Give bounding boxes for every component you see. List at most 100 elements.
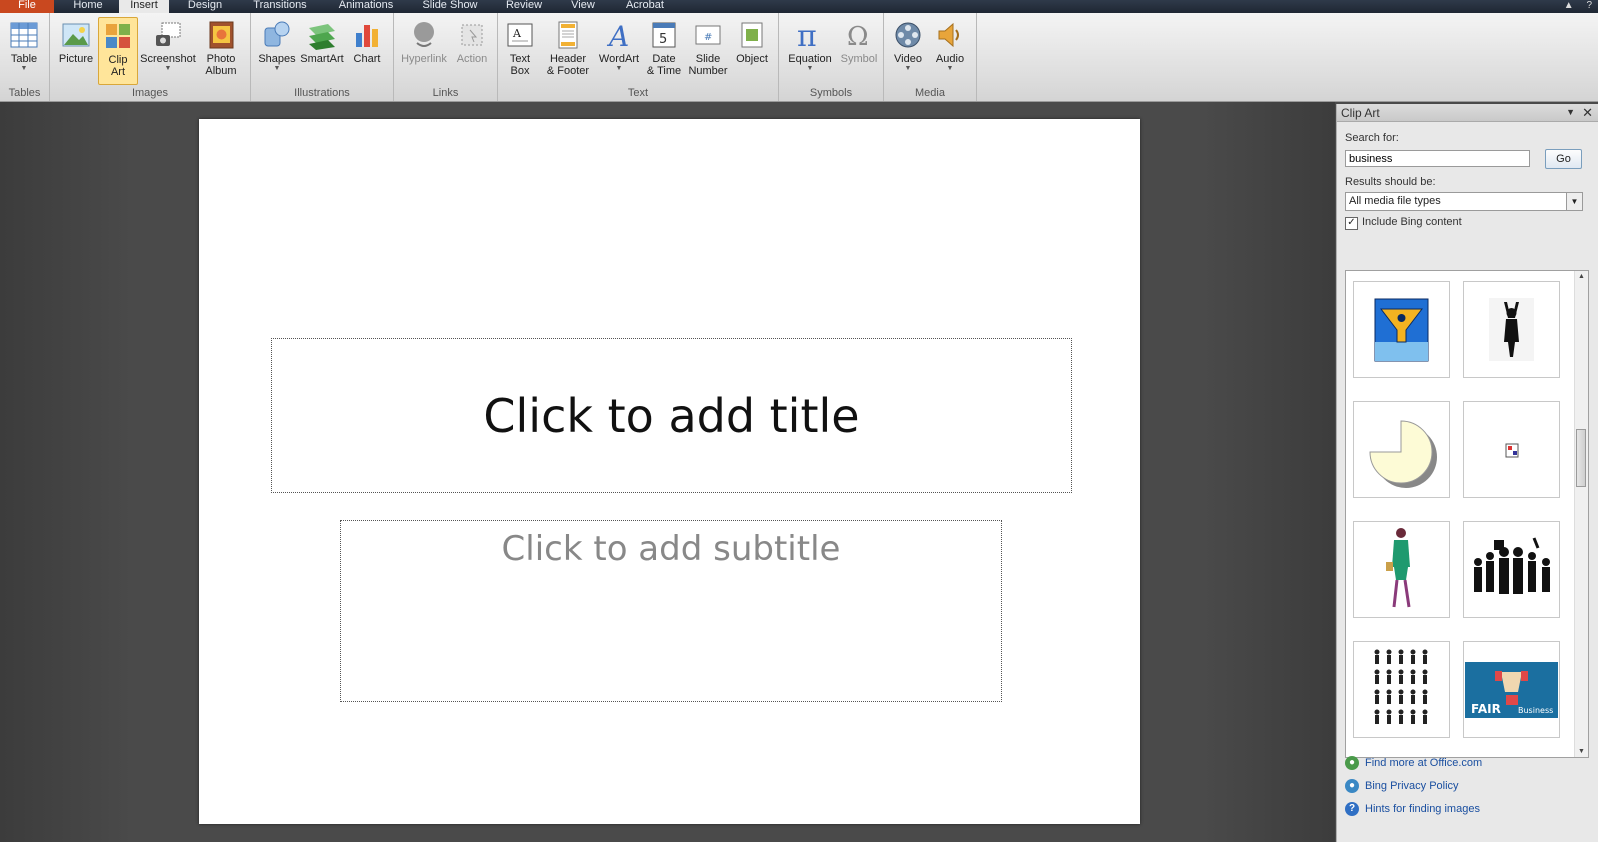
object-button[interactable]: Object	[732, 17, 772, 83]
hyperlink-button[interactable]: Hyperlink	[398, 17, 450, 83]
clip-art-results: FAIR Business ▲ ▼	[1345, 270, 1589, 758]
hyperlink-globe-icon	[414, 22, 434, 47]
text-box-button[interactable]: A Text Box	[502, 17, 538, 83]
title-placeholder[interactable]: Click to add title	[271, 338, 1072, 493]
clip-art-result[interactable]	[1353, 401, 1450, 498]
results-type-select[interactable]: All media file types ▼	[1345, 192, 1583, 211]
funnel-info-clipart-icon	[1374, 298, 1429, 362]
results-scrollbar[interactable]: ▲ ▼	[1574, 271, 1588, 757]
group-illustrations: Shapes ▼ SmartArt Chart Illustrations	[251, 13, 394, 101]
clip-art-result[interactable]	[1463, 281, 1560, 378]
clip-art-result[interactable]	[1463, 401, 1560, 498]
tab-file[interactable]: File	[0, 0, 54, 13]
tab-transitions[interactable]: Transitions	[244, 0, 316, 13]
clip-art-result[interactable]	[1463, 521, 1560, 618]
scroll-down-icon[interactable]: ▼	[1578, 748, 1585, 755]
group-label-symbols: Symbols	[809, 87, 853, 99]
svg-text:A: A	[512, 27, 522, 40]
search-input[interactable]	[1345, 150, 1530, 167]
chart-button[interactable]: Chart	[347, 17, 387, 83]
bing-privacy-label: Bing Privacy Policy	[1365, 779, 1459, 792]
pane-header: Clip Art ▼ ✕	[1337, 104, 1598, 122]
results-type-value: All media file types	[1349, 195, 1441, 207]
group-symbols: π Equation ▼ Ω Symbol Symbols	[779, 13, 884, 101]
group-label-text: Text	[627, 87, 649, 99]
equation-button[interactable]: π Equation ▼	[783, 17, 837, 83]
action-button[interactable]: Action	[452, 17, 492, 83]
date-time-button[interactable]: 5 Date & Time	[644, 17, 684, 83]
tab-view[interactable]: View	[560, 0, 606, 13]
office-globe-icon: ●	[1345, 756, 1359, 770]
pie-chart-clipart-icon	[1369, 420, 1437, 488]
group-images: Picture Clip Art Screenshot ▼ Photo Albu…	[50, 13, 251, 101]
tab-design[interactable]: Design	[174, 0, 236, 13]
smartart-icon	[309, 24, 335, 50]
dropdown-arrow-icon: ▼	[615, 65, 623, 72]
tab-home[interactable]: Home	[60, 0, 116, 13]
wordart-icon: A	[606, 20, 629, 51]
smartart-button[interactable]: SmartArt	[299, 17, 345, 83]
dropdown-arrow-icon: ▼	[20, 65, 28, 72]
clip-art-result[interactable]	[1353, 281, 1450, 378]
scroll-up-icon[interactable]: ▲	[1578, 273, 1585, 280]
placeholder-image-clipart-icon	[1505, 443, 1519, 458]
group-tables: Table ▼ Tables	[0, 13, 50, 101]
shapes-button[interactable]: Shapes ▼	[257, 17, 297, 83]
group-links: Hyperlink Action Links	[394, 13, 498, 101]
chevron-down-icon[interactable]: ▼	[1566, 193, 1582, 210]
tab-animations[interactable]: Animations	[328, 0, 404, 13]
group-label-media: Media	[915, 87, 945, 99]
hints-label: Hints for finding images	[1365, 802, 1480, 815]
svg-text:#: #	[704, 32, 712, 43]
find-more-office-link[interactable]: ● Find more at Office.com	[1345, 756, 1482, 770]
include-bing-checkbox[interactable]: ✓	[1345, 217, 1358, 230]
ribbon-tab-bar: File Home Insert Design Transitions Anim…	[0, 0, 1598, 13]
hints-link[interactable]: ? Hints for finding images	[1345, 802, 1480, 816]
photo-album-button[interactable]: Photo Album	[198, 17, 244, 83]
fair-caption: FAIR	[1471, 702, 1501, 716]
tab-review[interactable]: Review	[498, 0, 550, 13]
header-footer-icon	[558, 21, 578, 49]
omega-icon: Ω	[847, 22, 869, 51]
subtitle-placeholder[interactable]: Click to add subtitle	[340, 520, 1002, 702]
picture-button[interactable]: Picture	[56, 17, 96, 83]
audio-button[interactable]: Audio ▼	[930, 17, 970, 83]
slide-number-button[interactable]: # Slide Number	[686, 17, 730, 83]
group-label-illustrations: Illustrations	[294, 87, 350, 99]
many-people-silhouettes-clipart-icon	[1374, 649, 1428, 724]
clip-art-button[interactable]: Clip Art	[98, 17, 138, 85]
clip-art-result[interactable]	[1353, 641, 1450, 738]
group-label-tables: Tables	[8, 87, 41, 99]
group-label-links: Links	[432, 87, 459, 99]
svg-text:A: A	[606, 20, 629, 51]
clip-art-result[interactable]	[1353, 521, 1450, 618]
go-button[interactable]: Go	[1545, 149, 1582, 169]
tab-slide-show[interactable]: Slide Show	[414, 0, 486, 13]
close-icon[interactable]: ✕	[1582, 105, 1593, 121]
group-text: A Text Box Header & Footer A WordArt ▼ 5…	[498, 13, 779, 101]
help-icon[interactable]: ?	[1586, 0, 1592, 11]
clip-art-result[interactable]: FAIR Business	[1463, 641, 1560, 738]
svg-text:π: π	[797, 19, 817, 51]
tab-insert[interactable]: Insert	[119, 0, 169, 13]
scroll-thumb[interactable]	[1576, 429, 1586, 487]
symbol-button[interactable]: Ω Symbol	[839, 17, 879, 83]
table-button[interactable]: Table ▼	[6, 17, 42, 83]
dropdown-arrow-icon: ▼	[904, 65, 912, 72]
text-box-icon: A	[507, 23, 533, 47]
video-button[interactable]: Video ▼	[888, 17, 928, 83]
screenshot-button[interactable]: Screenshot ▼	[140, 17, 196, 83]
header-footer-button[interactable]: Header & Footer	[542, 17, 594, 83]
tab-acrobat[interactable]: Acrobat	[614, 0, 676, 13]
svg-text:5: 5	[659, 32, 667, 47]
search-label: Search for:	[1345, 132, 1399, 144]
bing-privacy-link[interactable]: ● Bing Privacy Policy	[1345, 779, 1459, 793]
calendar-icon: 5	[652, 22, 676, 48]
wordart-button[interactable]: A WordArt ▼	[596, 17, 642, 83]
object-icon	[741, 22, 763, 48]
pane-options-dropdown-icon[interactable]: ▼	[1566, 107, 1575, 117]
include-bing-label: Include Bing content	[1362, 216, 1462, 228]
minimize-ribbon-icon[interactable]: ▲	[1564, 0, 1574, 11]
table-icon	[10, 22, 38, 48]
slide-canvas[interactable]: Click to add title Click to add subtitle	[199, 119, 1140, 824]
